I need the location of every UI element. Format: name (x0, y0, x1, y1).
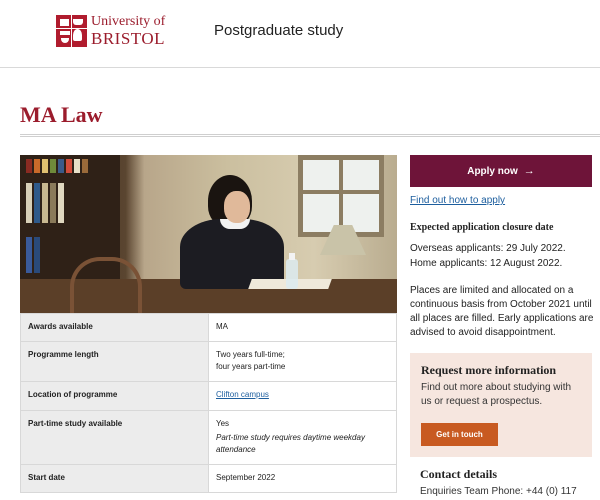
apply-now-button[interactable]: Apply now → (410, 155, 592, 187)
fact-label: Awards available (20, 313, 209, 342)
fact-value-line: Two years full-time; (216, 350, 285, 359)
request-info-title: Request more information (421, 363, 557, 377)
overseas-closure-text: Overseas applicants: 29 July 2022. (410, 243, 566, 254)
logo-line-2: BRISTOL (91, 29, 166, 48)
fact-label: Part-time study available (20, 410, 209, 465)
section-title[interactable]: Postgraduate study (214, 22, 343, 39)
fact-label: Start date (20, 464, 209, 493)
find-out-how-to-apply-link[interactable]: Find out how to apply (410, 195, 505, 206)
crest-icon (56, 15, 87, 47)
fact-note: Part-time study requires daytime weekday… (216, 433, 365, 454)
closure-date-heading: Expected application closure date (410, 222, 554, 233)
logo-wordmark: University of BRISTOL (91, 14, 166, 48)
table-row: Awards available MA (20, 313, 397, 342)
table-row: Location of programme Clifton campus (20, 381, 397, 411)
home-closure-text: Home applicants: 12 August 2022. (410, 258, 563, 269)
enquiries-phone-text: Enquiries Team Phone: +44 (0) 117 (420, 486, 577, 497)
fact-value: Yes Part-time study requires daytime wee… (208, 410, 397, 465)
title-divider (20, 134, 600, 137)
programme-facts-table: Awards available MA Programme length Two… (20, 313, 397, 493)
fact-value: September 2022 (208, 464, 397, 493)
fact-value: MA (208, 313, 397, 342)
site-header: University of BRISTOL Postgraduate study (0, 0, 600, 68)
get-in-touch-button[interactable]: Get in touch (421, 423, 498, 446)
places-allocation-text: Places are limited and allocated on a co… (410, 285, 594, 338)
request-info-panel: Request more information Find out more a… (410, 353, 592, 457)
hero-image (20, 155, 397, 313)
fact-label: Location of programme (20, 381, 209, 411)
table-row: Part-time study available Yes Part-time … (20, 410, 397, 465)
clifton-campus-link[interactable]: Clifton campus (216, 390, 269, 399)
table-row: Programme length Two years full-time; fo… (20, 341, 397, 382)
arrow-right-icon: → (523, 164, 535, 177)
fact-value: Clifton campus (208, 381, 397, 411)
logo-line-1: University of (91, 14, 166, 29)
fact-label: Programme length (20, 341, 209, 382)
apply-now-label: Apply now (467, 165, 518, 177)
fact-value-line: Yes (216, 419, 230, 428)
fact-value: Two years full-time; four years part-tim… (208, 341, 397, 382)
fact-value-line: four years part-time (216, 362, 286, 371)
table-row: Start date September 2022 (20, 464, 397, 493)
university-logo[interactable]: University of BRISTOL (56, 14, 168, 48)
contact-details-heading: Contact details (420, 467, 497, 481)
page-title: MA Law (20, 102, 103, 127)
request-info-text: Find out more about studying with us or … (421, 382, 572, 407)
